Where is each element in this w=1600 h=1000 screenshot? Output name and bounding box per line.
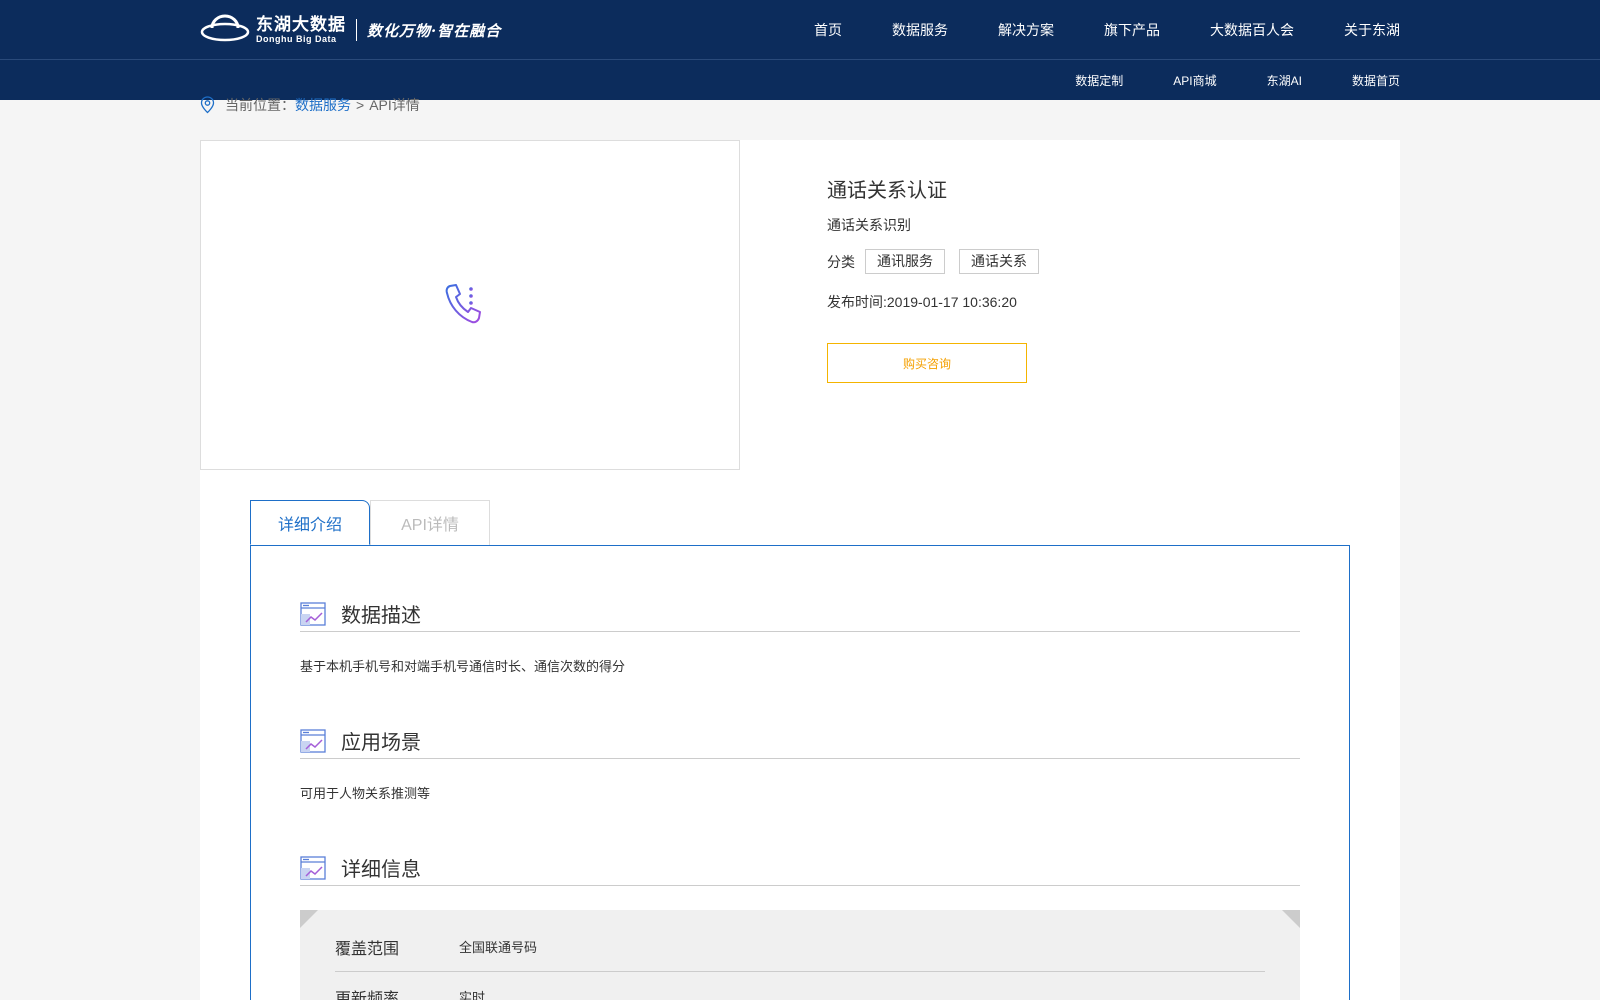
sub-header: 数据定制 API商城 东湖AI 数据首页 [0, 60, 1600, 100]
product-title: 通话关系认证 [827, 180, 947, 202]
section-header-details: 详细信息 [300, 850, 1300, 886]
nav-bigdata-club[interactable]: 大数据百人会 [1210, 20, 1294, 40]
location-pin-icon [200, 96, 215, 114]
product-categories: 分类 通讯服务 通话关系 [827, 249, 1053, 274]
category-tag[interactable]: 通话关系 [959, 249, 1039, 274]
tab-detail-intro[interactable]: 详细介绍 [250, 500, 370, 545]
detail-value: 全国联通号码 [459, 940, 538, 955]
chart-window-icon [300, 601, 326, 626]
section-header-scenario: 应用场景 [300, 723, 1300, 759]
description-text: 基于本机手机号和对端手机号通信时长、通信次数的得分 [300, 659, 626, 674]
logo-main-text: 东湖大数据 [256, 15, 346, 34]
detail-tabs-area: 详细介绍 API详情 数据描述 基于本机手机号和对端手机号通信时长、通信次数的得… [200, 470, 1400, 1000]
detail-value: 实时 [459, 990, 486, 1000]
product-image [200, 140, 740, 470]
product-panel: 通话关系认证 通话关系识别 分类 通讯服务 通话关系 发布时间:2019-01-… [200, 140, 1400, 470]
chart-window-icon [300, 728, 326, 753]
section-header-description: 数据描述 [300, 596, 1300, 632]
scenario-text: 可用于人物关系推测等 [300, 786, 431, 801]
logo-planet-icon [200, 14, 250, 42]
section-title-details: 详细信息 [341, 859, 421, 881]
detail-row: 更新频率 实时 [335, 972, 1265, 1000]
section-title-scenario: 应用场景 [341, 732, 421, 754]
subnav-api-store[interactable]: API商城 [1173, 72, 1216, 89]
logo-divider [356, 19, 357, 41]
buy-consult-button[interactable]: 购买咨询 [827, 343, 1027, 383]
phone-list-icon [445, 284, 494, 324]
main-nav: 首页 数据服务 解决方案 旗下产品 大数据百人会 关于东湖 [814, 0, 1400, 60]
subnav-donghu-ai[interactable]: 东湖AI [1267, 72, 1302, 89]
category-label: 分类 [827, 253, 855, 270]
category-tag[interactable]: 通讯服务 [865, 249, 945, 274]
tab-content-panel: 数据描述 基于本机手机号和对端手机号通信时长、通信次数的得分 应用场景 可用于人… [250, 545, 1350, 1000]
logo-sub-text: Donghu Big Data [256, 34, 337, 44]
detail-row: 覆盖范围 全国联通号码 [335, 922, 1265, 972]
subnav-data-home[interactable]: 数据首页 [1352, 72, 1400, 89]
nav-solutions[interactable]: 解决方案 [998, 20, 1054, 40]
detail-table: 覆盖范围 全国联通号码 更新频率 实时 [300, 910, 1300, 1000]
chart-window-icon [300, 855, 326, 880]
breadcrumb: 当前位置： 数据服务 > API详情 [200, 96, 420, 114]
product-subtitle: 通话关系识别 [827, 217, 911, 233]
nav-products[interactable]: 旗下产品 [1104, 20, 1160, 40]
product-info: 通话关系认证 通话关系识别 分类 通讯服务 通话关系 发布时间:2019-01-… [827, 174, 1053, 383]
breadcrumb-link-data-services[interactable]: 数据服务 [295, 95, 351, 115]
sub-nav: 数据定制 API商城 东湖AI 数据首页 [1075, 60, 1400, 100]
breadcrumb-current: API详情 [369, 97, 420, 113]
logo-slogan: 数化万物·智在融合 [367, 21, 502, 40]
corner-decoration [1282, 910, 1300, 928]
nav-data-services[interactable]: 数据服务 [892, 20, 948, 40]
subnav-data-custom[interactable]: 数据定制 [1075, 72, 1123, 89]
nav-about[interactable]: 关于东湖 [1344, 20, 1400, 40]
site-logo[interactable]: 东湖大数据 Donghu Big Data 数化万物·智在融合 [200, 12, 501, 48]
top-header: 东湖大数据 Donghu Big Data 数化万物·智在融合 首页 数据服务 … [0, 0, 1600, 60]
publish-time: 发布时间:2019-01-17 10:36:20 [827, 294, 1017, 310]
detail-label: 覆盖范围 [335, 940, 400, 958]
tab-api-details[interactable]: API详情 [370, 500, 490, 545]
breadcrumb-prefix: 当前位置： [225, 97, 295, 113]
nav-home[interactable]: 首页 [814, 20, 842, 40]
breadcrumb-separator: > [356, 97, 365, 113]
section-title-description: 数据描述 [341, 605, 421, 627]
corner-decoration [300, 910, 318, 928]
detail-label: 更新频率 [335, 990, 400, 1000]
